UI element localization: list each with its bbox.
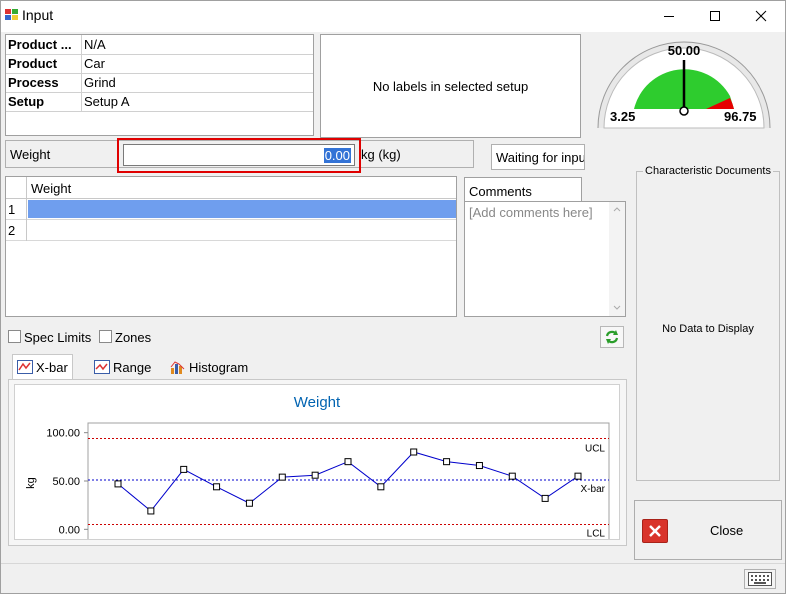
status-bar xyxy=(0,563,786,594)
histogram-icon xyxy=(170,361,185,374)
refresh-icon xyxy=(605,330,619,344)
weight-label: Weight xyxy=(10,147,51,162)
range-chart-icon xyxy=(94,360,110,374)
row-number: 2 xyxy=(8,223,16,238)
data-point xyxy=(377,483,385,491)
labels-panel: No labels in selected setup xyxy=(320,34,581,138)
data-point xyxy=(410,448,418,456)
measurement-grid[interactable]: Weight 1 2 xyxy=(5,176,457,317)
refresh-button[interactable] xyxy=(600,326,624,348)
data-point xyxy=(344,458,352,466)
spec-limits-label: Spec Limits xyxy=(24,330,92,345)
labels-empty-text: No labels in selected setup xyxy=(372,78,529,94)
info-key: Process xyxy=(8,75,59,90)
data-point xyxy=(541,494,549,502)
gauge-min: 3.25 xyxy=(610,109,635,124)
spec-limits-checkbox[interactable] xyxy=(8,330,21,343)
zones-checkbox[interactable] xyxy=(99,330,112,343)
app-icon xyxy=(5,9,19,21)
close-button[interactable]: Close xyxy=(634,500,782,560)
comments-placeholder: [Add comments here] xyxy=(469,205,593,220)
chart-title: Weight xyxy=(294,394,341,411)
info-value: Grind xyxy=(84,75,116,90)
data-point xyxy=(311,471,319,479)
data-point xyxy=(245,499,253,507)
characteristic-documents-panel: Characteristic Documents No Data to Disp… xyxy=(636,165,780,481)
tab-xbar-label: X-bar xyxy=(36,359,68,375)
chart-area: Weight kg 100.00 50.00 0.00 UCL X-bar LCL xyxy=(14,384,620,541)
data-point xyxy=(213,483,221,491)
grid-header: Weight xyxy=(6,177,456,199)
data-point xyxy=(278,473,286,481)
data-point xyxy=(574,472,582,480)
info-key: Product xyxy=(8,56,58,71)
plot-area xyxy=(87,422,610,541)
grid-column-weight[interactable]: Weight xyxy=(31,181,71,196)
info-row: Setup Setup A xyxy=(6,92,313,111)
weight-input-value: 0.00 xyxy=(323,148,351,163)
keyboard-icon xyxy=(748,572,772,586)
close-window-button[interactable] xyxy=(738,0,784,32)
gauge-max: 96.75 xyxy=(724,109,757,124)
zones-label: Zones xyxy=(115,330,152,345)
data-point xyxy=(443,458,451,466)
selected-cell[interactable] xyxy=(28,200,456,218)
status-text: Waiting for inpu xyxy=(496,150,585,165)
tab-range-label: Range xyxy=(113,359,152,375)
tab-histogram[interactable]: Histogram xyxy=(166,354,252,380)
data-point xyxy=(114,480,122,488)
close-icon xyxy=(755,10,767,22)
close-x-icon xyxy=(642,519,668,543)
tab-histogram-label: Histogram xyxy=(189,359,249,375)
info-key: Product ... xyxy=(8,37,72,52)
maximize-button[interactable] xyxy=(692,0,738,32)
limit-label: UCL xyxy=(585,443,605,454)
maximize-icon xyxy=(710,11,720,21)
xbar-chart-icon xyxy=(17,360,33,374)
minimize-icon xyxy=(664,16,674,17)
info-value: Car xyxy=(84,56,105,71)
info-row: Process Grind xyxy=(6,73,313,92)
limit-label: X-bar xyxy=(581,484,606,495)
minimize-button[interactable] xyxy=(646,0,692,32)
comments-tab[interactable]: Comments xyxy=(464,177,582,201)
row-number: 1 xyxy=(8,202,16,217)
chart-tabs: X-bar Range Histogram xyxy=(8,354,268,380)
comments-textarea[interactable]: [Add comments here] xyxy=(464,201,626,317)
gauge-value: 50.00 xyxy=(668,43,701,58)
status-box: Waiting for inpu xyxy=(491,144,585,170)
weight-unit: kg (kg) xyxy=(361,147,401,162)
y-axis-label: kg xyxy=(25,477,37,489)
data-point xyxy=(147,507,155,515)
info-row: Product Car xyxy=(6,54,313,73)
limit-label: LCL xyxy=(587,529,606,540)
y-tick-label: 50.00 xyxy=(52,476,80,488)
data-point xyxy=(508,472,516,480)
gauge: 50.00 3.25 96.75 xyxy=(594,36,774,130)
table-row[interactable]: 2 xyxy=(6,220,456,241)
y-tick-label: 100.00 xyxy=(46,428,80,440)
tab-range[interactable]: Range xyxy=(90,354,155,380)
info-value: Setup A xyxy=(84,94,130,109)
info-key: Setup xyxy=(8,94,45,109)
data-point xyxy=(475,462,483,470)
documents-title: Characteristic Documents xyxy=(643,165,773,177)
data-point xyxy=(180,465,188,473)
comments-scrollbar[interactable] xyxy=(609,202,625,316)
info-value: N/A xyxy=(84,37,106,52)
info-row: Product ... N/A xyxy=(6,35,313,54)
table-row[interactable]: 1 xyxy=(6,199,456,220)
setup-info-table: Product ... N/A Product Car Process Grin… xyxy=(5,34,314,136)
documents-empty-text: No Data to Display xyxy=(662,323,754,335)
tab-xbar[interactable]: X-bar xyxy=(12,354,73,380)
comments-tab-label: Comments xyxy=(469,184,532,199)
window-title: Input xyxy=(22,7,54,23)
weight-input[interactable]: 0.00 xyxy=(123,144,355,166)
keyboard-button[interactable] xyxy=(744,569,776,589)
y-tick-label: 0.00 xyxy=(59,524,80,536)
close-button-label: Close xyxy=(710,523,744,538)
